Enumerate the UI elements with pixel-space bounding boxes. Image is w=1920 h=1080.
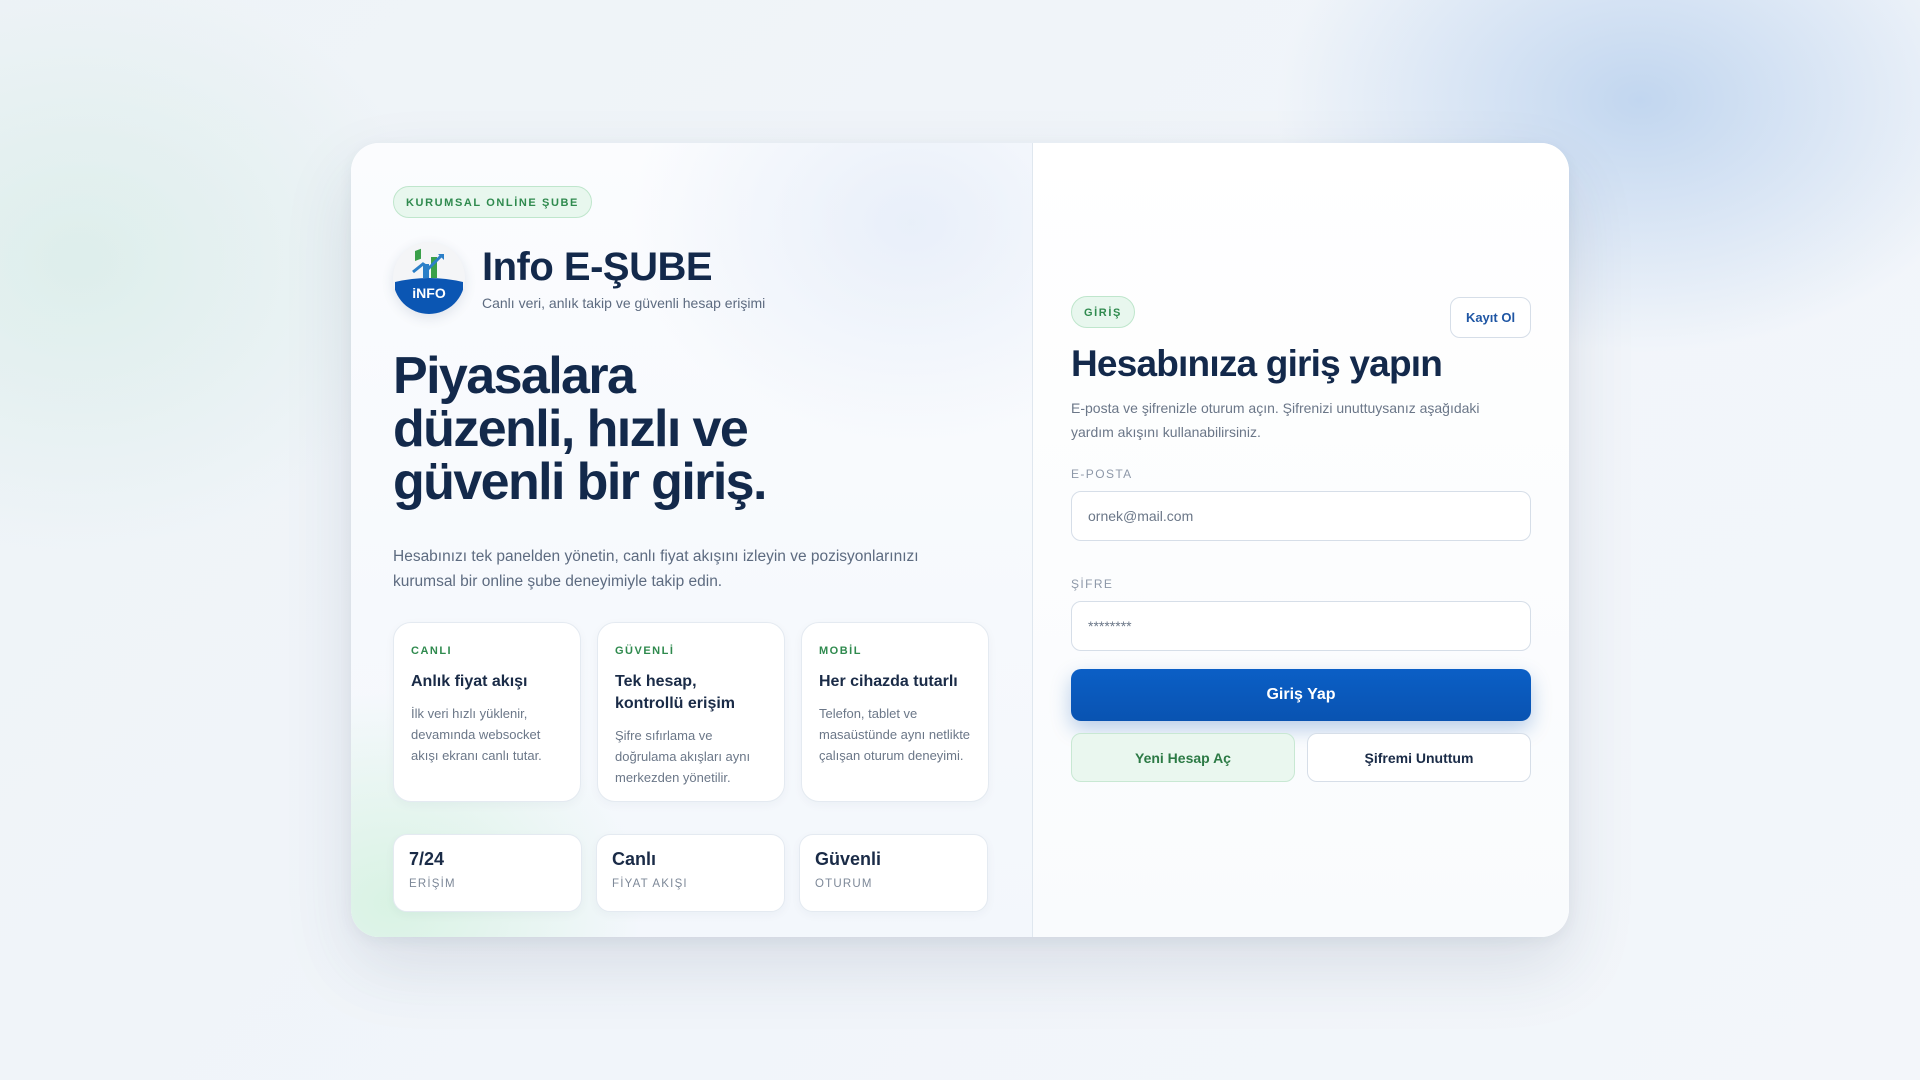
login-card: KURUMSAL ONLİNE ŞUBE iNFO Info E-ŞUBE Ca… bbox=[351, 143, 1569, 937]
brand-title: Info E-ŞUBE bbox=[482, 244, 713, 289]
hero-lead: Hesabınızı tek panelden yönetin, canlı f… bbox=[393, 547, 919, 590]
feature-tag: CANLI bbox=[411, 644, 453, 657]
corporate-badge: KURUMSAL ONLİNE ŞUBE bbox=[393, 186, 592, 218]
logo-text: iNFO bbox=[412, 285, 446, 301]
new-account-button[interactable]: Yeni Hesap Aç bbox=[1071, 733, 1295, 782]
feature-card-live: CANLI Anlık fiyat akışı İlk veri hızlı y… bbox=[393, 621, 581, 802]
info-logo-graphic: iNFO bbox=[393, 242, 465, 314]
password-label: ŞİFRE bbox=[1071, 577, 1114, 591]
stat-value: Canlı bbox=[612, 848, 657, 869]
stat-label: OTURUM bbox=[815, 877, 873, 890]
stat-value: Güvenli bbox=[815, 848, 882, 869]
stat-session: Güvenli OTURUM bbox=[799, 833, 988, 912]
stat-price-flow: Canlı FİYAT AKIŞI bbox=[596, 833, 785, 912]
forgot-password-button[interactable]: Şifremi Unuttum bbox=[1307, 733, 1531, 782]
form-title: Hesabınıza giriş yapın bbox=[1071, 343, 1443, 384]
email-label: E-POSTA bbox=[1071, 467, 1133, 481]
password-field[interactable] bbox=[1071, 601, 1531, 651]
feature-title: Anlık fiyat akışı bbox=[411, 672, 528, 690]
hero-title: Piyasalara düzenli, hızlı ve güvenli bir… bbox=[393, 347, 767, 511]
login-button[interactable]: Giriş Yap bbox=[1071, 669, 1531, 721]
brand: iNFO Info E-ŞUBE Canlı veri, anlık takip… bbox=[393, 242, 990, 314]
stat-value: 7/24 bbox=[409, 848, 445, 869]
feature-description: Şifre sıfırlama ve doğrulama akışları ay… bbox=[615, 727, 751, 785]
feature-title: Tek hesap, kontrollü erişim bbox=[615, 672, 736, 712]
feature-title: Her cihazda tutarlı bbox=[819, 672, 958, 690]
feature-cards: CANLI Anlık fiyat akışı İlk veri hızlı y… bbox=[393, 621, 990, 802]
login-form-panel: GİRİŞ Kayıt Ol Hesabınıza giriş yapın E-… bbox=[1033, 143, 1569, 937]
feature-tag: GÜVENLİ bbox=[615, 644, 675, 657]
feature-card-mobile: MOBİL Her cihazda tutarlı Telefon, table… bbox=[801, 621, 989, 802]
feature-card-secure: GÜVENLİ Tek hesap, kontrollü erişim Şifr… bbox=[597, 621, 785, 802]
feature-tag: MOBİL bbox=[819, 644, 862, 657]
feature-description: Telefon, tablet ve masaüstünde aynı netl… bbox=[819, 705, 971, 763]
brand-subtitle: Canlı veri, anlık takip ve güvenli hesap… bbox=[482, 294, 766, 311]
info-logo-icon: iNFO bbox=[393, 242, 465, 314]
login-tab-badge: GİRİŞ bbox=[1071, 296, 1135, 328]
stat-label: FİYAT AKIŞI bbox=[612, 877, 688, 890]
intro-panel: KURUMSAL ONLİNE ŞUBE iNFO Info E-ŞUBE Ca… bbox=[351, 143, 1033, 937]
stat-label: ERİŞİM bbox=[409, 877, 456, 890]
stat-access: 7/24 ERİŞİM bbox=[393, 833, 582, 912]
signup-button[interactable]: Kayıt Ol bbox=[1450, 297, 1531, 338]
form-description: E-posta ve şifrenizle oturum açın. Şifre… bbox=[1071, 400, 1480, 440]
email-field[interactable] bbox=[1071, 491, 1531, 541]
stat-cards: 7/24 ERİŞİM Canlı FİYAT AKIŞI Güvenli OT… bbox=[393, 833, 990, 912]
feature-description: İlk veri hızlı yüklenir, devamında webso… bbox=[411, 705, 542, 763]
